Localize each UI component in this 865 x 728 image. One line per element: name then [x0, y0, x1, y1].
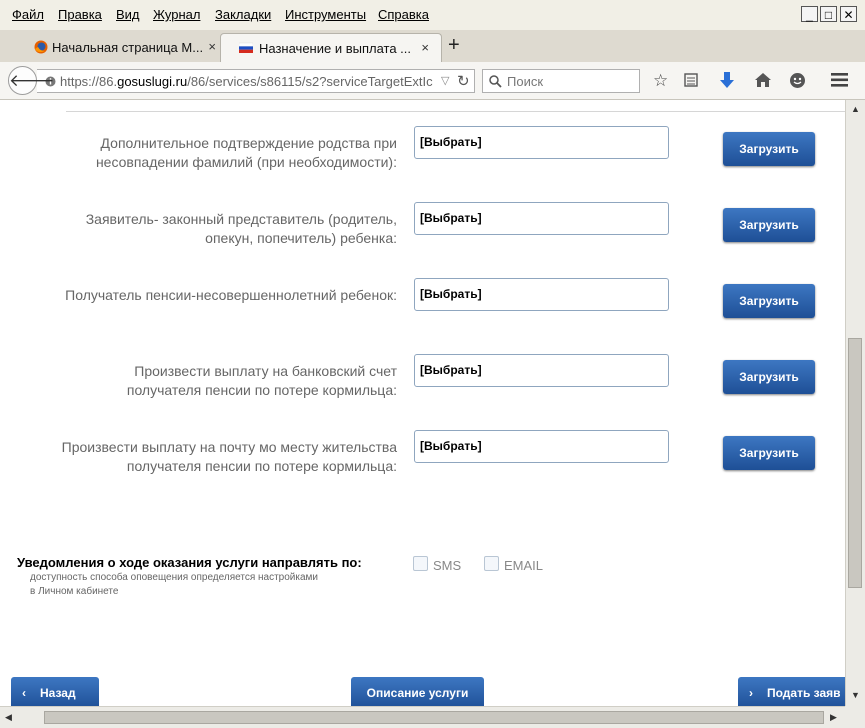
search-icon: [489, 75, 502, 88]
scroll-up-arrow-icon[interactable]: ▲: [851, 104, 860, 114]
tab-close-icon[interactable]: ×: [421, 40, 429, 55]
section-divider: [66, 111, 845, 112]
new-tab-button[interactable]: +: [448, 34, 460, 57]
menu-bookmarks[interactable]: Закладки: [215, 7, 271, 22]
select-bank-payment[interactable]: [Выбрать]: [414, 354, 669, 387]
home-icon[interactable]: [754, 72, 772, 88]
reading-list-icon[interactable]: [684, 73, 698, 87]
maximize-button[interactable]: □: [820, 6, 837, 22]
back-button[interactable]: 🡐: [8, 66, 55, 95]
menu-file[interactable]: Файл: [12, 7, 44, 22]
scrollbar-corner: [845, 706, 865, 728]
select-value: [Выбрать]: [420, 439, 482, 453]
russia-flag-icon: [239, 42, 253, 53]
bookmark-star-icon[interactable]: ☆: [653, 71, 668, 91]
vertical-scroll-thumb[interactable]: [848, 338, 862, 588]
minimize-button[interactable]: _: [801, 6, 818, 22]
back-step-label: Назад: [40, 686, 76, 700]
select-relationship-proof[interactable]: [Выбрать]: [414, 126, 669, 159]
select-value: [Выбрать]: [420, 135, 482, 149]
tab-close-icon[interactable]: ×: [208, 39, 216, 54]
back-arrow-icon: 🡐: [9, 71, 55, 90]
service-description-button[interactable]: Описание услуги: [351, 677, 484, 706]
horizontal-scrollbar[interactable]: ◀ ▶: [0, 706, 845, 728]
url-text[interactable]: https://86.gosuslugi.ru/86/services/s861…: [60, 74, 450, 89]
select-value: [Выбрать]: [420, 287, 482, 301]
select-value: [Выбрать]: [420, 363, 482, 377]
navigation-bar: https://86.gosuslugi.ru/86/services/s861…: [0, 62, 865, 100]
menu-edit[interactable]: Правка: [58, 7, 102, 22]
select-value: [Выбрать]: [420, 211, 482, 225]
tab-bar: Начальная страница М... × Назначение и в…: [0, 30, 865, 62]
search-input[interactable]: Поиск: [482, 69, 640, 93]
email-checkbox[interactable]: [484, 556, 499, 571]
notifications-title: Уведомления о ходе оказания услуги напра…: [17, 555, 362, 570]
url-prefix: https://86.: [60, 74, 118, 89]
row-label-minor-recipient: Получатель пенсии-несовершеннолетний реб…: [65, 287, 397, 303]
tab-title: Начальная страница М...: [52, 40, 204, 55]
select-post-payment[interactable]: [Выбрать]: [414, 430, 669, 463]
url-path: /86/services/s86115/s2?serviceTargetExtI…: [187, 74, 433, 89]
chevron-left-icon: ‹: [22, 686, 26, 700]
upload-button-minor-recipient[interactable]: Загрузить: [723, 284, 815, 318]
select-minor-recipient[interactable]: [Выбрать]: [414, 278, 669, 311]
upload-button-bank-payment[interactable]: Загрузить: [723, 360, 815, 394]
scroll-right-arrow-icon[interactable]: ▶: [830, 712, 837, 723]
reload-icon[interactable]: ↻: [457, 72, 470, 90]
smiley-icon[interactable]: [789, 72, 806, 89]
menu-bar: Файл Правка Вид Журнал Закладки Инструме…: [0, 0, 865, 30]
submit-label: Подать заяв: [767, 686, 841, 700]
menu-tools[interactable]: Инструменты: [285, 7, 366, 22]
row-label-bank-payment: Произвести выплату на банковский счет по…: [126, 363, 397, 398]
search-placeholder: Поиск: [507, 74, 544, 89]
dropdown-arrow-icon[interactable]: ▽: [441, 74, 449, 87]
menu-view[interactable]: Вид: [116, 7, 140, 22]
row-label-relationship-proof: Дополнительное подтверждение родства при…: [95, 135, 397, 170]
url-bar[interactable]: https://86.gosuslugi.ru/86/services/s861…: [37, 69, 475, 93]
email-label: EMAIL: [504, 558, 544, 573]
sms-label: SMS: [433, 558, 462, 573]
close-window-button[interactable]: ✕: [840, 6, 857, 22]
chevron-right-icon: ›: [749, 686, 753, 700]
row-label-post-payment: Произвести выплату на почту мо месту жит…: [61, 439, 397, 474]
back-step-button[interactable]: ‹ Назад: [11, 677, 99, 706]
hamburger-menu-icon[interactable]: [831, 73, 848, 87]
select-legal-representative[interactable]: [Выбрать]: [414, 202, 669, 235]
tab-pension-service[interactable]: Назначение и выплата ... ×: [220, 33, 442, 62]
menu-history[interactable]: Журнал: [153, 7, 200, 22]
row-label-legal-representative: Заявитель- законный представитель (родит…: [85, 211, 397, 246]
sms-checkbox[interactable]: [413, 556, 428, 571]
page-content: Дополнительное подтверждение родства при…: [0, 100, 845, 706]
firefox-icon: [34, 40, 48, 54]
tab-start-page[interactable]: Начальная страница М... ×: [8, 33, 228, 62]
menu-help[interactable]: Справка: [378, 7, 429, 22]
upload-button-relationship-proof[interactable]: Загрузить: [723, 132, 815, 166]
tab-title: Назначение и выплата ...: [259, 41, 412, 56]
scroll-down-arrow-icon[interactable]: ▼: [851, 690, 860, 700]
horizontal-scroll-thumb[interactable]: [44, 711, 824, 724]
scroll-left-arrow-icon[interactable]: ◀: [5, 712, 12, 723]
upload-button-legal-representative[interactable]: Загрузить: [723, 208, 815, 242]
vertical-scrollbar[interactable]: ▲ ▼: [845, 100, 865, 706]
browser-window: Файл Правка Вид Журнал Закладки Инструме…: [0, 0, 865, 728]
download-icon[interactable]: [719, 71, 735, 89]
upload-button-post-payment[interactable]: Загрузить: [723, 436, 815, 470]
submit-application-button[interactable]: › Подать заяв: [738, 677, 845, 706]
notifications-note: доступность способа оповещения определяе…: [30, 572, 318, 597]
url-domain: gosuslugi.ru: [117, 74, 188, 89]
